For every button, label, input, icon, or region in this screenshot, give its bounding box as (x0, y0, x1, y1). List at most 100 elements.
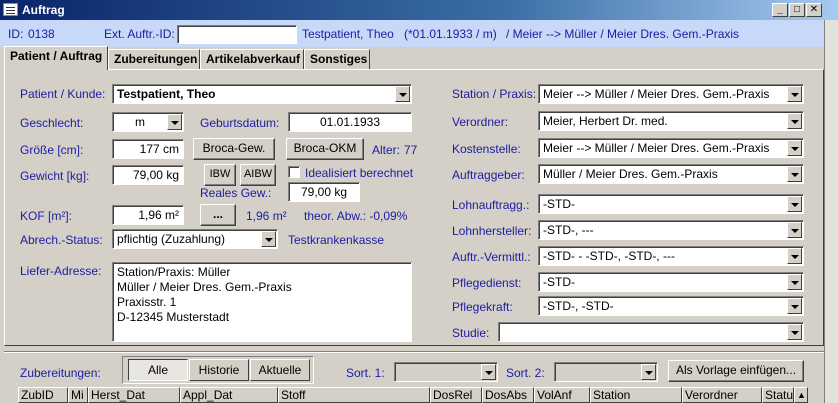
address-line: Müller / Meier Dres. Gem.-Praxis (117, 280, 292, 294)
station-label: Station / Praxis: (452, 87, 537, 101)
pflegedienst-value: -STD- (543, 275, 575, 289)
window-title: Auftrag (22, 3, 65, 17)
ext-id-input[interactable] (177, 25, 297, 44)
kosten-select[interactable]: Meier --> Müller / Meier Dres. Gem.-Prax… (538, 138, 804, 158)
col-header[interactable]: Stoff (278, 387, 430, 403)
sort2-select[interactable] (554, 362, 658, 382)
broca-weight-button[interactable]: Broca-Gew. (193, 138, 275, 160)
filter-all-button[interactable]: Alle (128, 359, 188, 381)
ibw-button[interactable]: IBW (204, 164, 236, 186)
address-label: Liefer-Adresse: (20, 264, 102, 278)
billing-label: Abrech.-Status: (20, 233, 103, 247)
app-icon (3, 3, 18, 16)
studie-select[interactable] (498, 322, 804, 342)
tab-artikelabverkauf[interactable]: Artikelabverkauf (200, 49, 304, 69)
chevron-down-icon[interactable] (641, 364, 656, 380)
idealized-label: Idealisiert berechnet (305, 166, 414, 180)
chevron-down-icon[interactable] (481, 364, 496, 380)
chevron-down-icon[interactable] (787, 274, 802, 290)
real-weight-field[interactable]: 79,00 kg (288, 182, 360, 202)
col-header[interactable]: DosAbs (482, 387, 534, 403)
separator (4, 351, 824, 353)
chevron-down-icon[interactable] (261, 231, 276, 247)
idealized-checkbox[interactable] (288, 166, 300, 178)
tab-patient-auftrag[interactable]: Patient / Auftrag (4, 46, 108, 70)
scroll-up-icon[interactable]: ▲ (794, 387, 808, 403)
vermittler-value: -STD- - -STD-, -STD-, --- (543, 249, 675, 263)
patient-value: Testpatient, Theo (117, 87, 216, 101)
chevron-down-icon[interactable] (395, 86, 410, 102)
window-titlebar: Auftrag _ □ ✕ (0, 0, 838, 20)
chevron-down-icon[interactable] (787, 86, 802, 102)
lohnhersteller-value: -STD-, --- (543, 223, 594, 237)
age-label: Alter: (372, 143, 401, 157)
col-header[interactable]: DosRel (430, 387, 482, 403)
station-select[interactable]: Meier --> Müller / Meier Dres. Gem.-Prax… (538, 84, 804, 104)
filter-history-button[interactable]: Historie (189, 359, 249, 381)
sort2-label: Sort. 2: (506, 366, 545, 380)
pflegedienst-select[interactable]: -STD- (538, 272, 804, 292)
col-header[interactable]: Verordner (682, 387, 762, 403)
size-field[interactable]: 177 cm (112, 139, 184, 159)
delivery-address[interactable]: Station/Praxis: Müller Müller / Meier Dr… (112, 262, 412, 342)
col-header[interactable]: ZubID (18, 387, 68, 403)
broca-okm-button[interactable]: Broca-OKM (286, 138, 364, 160)
window-scrollbar[interactable] (824, 20, 838, 403)
tab-label: Artikelabverkauf (206, 52, 301, 66)
vermittler-select[interactable]: -STD- - -STD-, -STD-, --- (538, 246, 804, 266)
col-header[interactable]: Station (590, 387, 682, 403)
kof-field[interactable]: 1,96 m² (112, 205, 184, 225)
studie-label: Studie: (452, 326, 490, 340)
sort1-select[interactable] (394, 362, 498, 382)
chevron-down-icon[interactable] (787, 166, 802, 182)
tab-sonstiges[interactable]: Sonstiges (304, 49, 370, 69)
chevron-down-icon[interactable] (787, 113, 802, 129)
billing-select[interactable]: pflichtig (Zuzahlung) (112, 229, 278, 249)
sex-select[interactable]: m (112, 112, 184, 132)
chevron-down-icon[interactable] (787, 196, 802, 212)
pflegekraft-select[interactable]: -STD-, -STD- (538, 296, 804, 316)
station-value: Meier --> Müller / Meier Dres. Gem.-Prax… (543, 87, 770, 101)
chevron-down-icon[interactable] (787, 140, 802, 156)
chevron-down-icon[interactable] (787, 222, 802, 238)
billing-value: pflichtig (Zuzahlung) (117, 232, 226, 246)
close-button[interactable]: ✕ (806, 3, 822, 17)
kof-deviation: theor. Abw.: -0,09% (304, 209, 408, 223)
verordner-select[interactable]: Meier, Herbert Dr. med. (538, 111, 804, 131)
auftraggeber-select[interactable]: Müller / Meier Dres. Gem.-Praxis (538, 164, 804, 184)
real-weight-label: Reales Gew.: (200, 186, 272, 200)
address-line: Praxisstr. 1 (117, 295, 177, 309)
maximize-button[interactable]: □ (789, 3, 805, 17)
weight-label: Gewicht [kg]: (20, 169, 90, 183)
col-header[interactable]: Herst_Dat (88, 387, 180, 403)
kof-label: KOF [m²]: (20, 209, 72, 223)
tab-zubereitungen[interactable]: Zubereitungen (108, 49, 200, 69)
tab-label: Zubereitungen (114, 52, 198, 66)
table-header: ZubID Mi Herst_Dat Appl_Dat Stoff DosRel… (18, 387, 808, 403)
age-value: 77 (404, 143, 418, 157)
weight-field[interactable]: 79,00 kg (112, 165, 184, 185)
col-header[interactable]: Mi (68, 387, 88, 403)
birthdate-field[interactable]: 01.01.1933 (288, 112, 412, 132)
chevron-down-icon[interactable] (787, 324, 802, 340)
verordner-label: Verordner: (452, 115, 509, 129)
col-header[interactable]: Appl_Dat (180, 387, 278, 403)
col-header[interactable]: VolAnf (534, 387, 590, 403)
lohnhersteller-select[interactable]: -STD-, --- (538, 220, 804, 240)
chevron-down-icon[interactable] (787, 298, 802, 314)
patient-select[interactable]: Testpatient, Theo (112, 84, 412, 104)
col-header[interactable]: Statu (762, 387, 794, 403)
chevron-down-icon[interactable] (787, 248, 802, 264)
kof-calc-button[interactable]: ... (200, 204, 236, 226)
insurer: Testkrankenkasse (288, 233, 385, 247)
kosten-label: Kostenstelle: (452, 142, 521, 156)
filter-current-button[interactable]: Aktuelle (250, 359, 310, 381)
insert-template-button[interactable]: Als Vorlage einfügen... (668, 360, 804, 382)
verordner-value: Meier, Herbert Dr. med. (543, 114, 668, 128)
lohnauftrag-label: Lohnauftragg.: (452, 198, 530, 212)
lohnauftrag-select[interactable]: -STD- (538, 194, 804, 214)
minimize-button[interactable]: _ (772, 3, 788, 17)
pflegekraft-label: Pflegekraft: (452, 300, 513, 314)
chevron-down-icon[interactable] (167, 114, 182, 130)
aibw-button[interactable]: AIBW (240, 164, 276, 186)
